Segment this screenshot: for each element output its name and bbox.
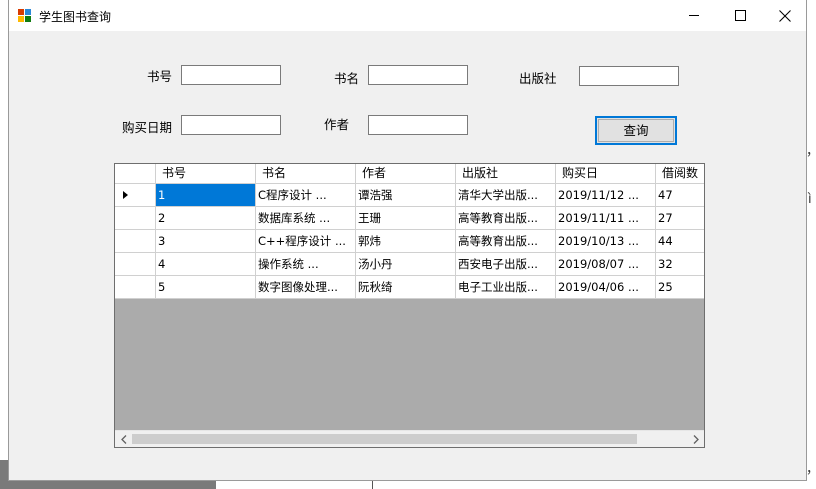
book-no-label: 书号: [147, 69, 173, 84]
cell-purchase-date[interactable]: 2019/10/13 ...: [556, 230, 656, 253]
cell-purchase-date[interactable]: 2019/08/07 ...: [556, 253, 656, 276]
current-row-arrow-icon: [123, 191, 128, 199]
column-header-borrow-count[interactable]: 借阅数: [656, 164, 704, 184]
cell-publisher[interactable]: 西安电子出版...: [456, 253, 556, 276]
cell-author[interactable]: 汤小丹: [356, 253, 456, 276]
book-no-input[interactable]: [181, 65, 281, 85]
cell-publisher[interactable]: 高等教育出版...: [456, 230, 556, 253]
column-header-book-no[interactable]: 书号: [156, 164, 256, 184]
cell-book-name[interactable]: C++程序设计 ...: [256, 230, 356, 253]
row-header[interactable]: [115, 207, 156, 230]
cell-publisher[interactable]: 电子工业出版...: [456, 276, 556, 299]
app-icon: [18, 9, 32, 22]
table-row[interactable]: 4 操作系统 ... 汤小丹 西安电子出版... 2019/08/07 ... …: [115, 253, 704, 276]
cell-book-no[interactable]: 5: [156, 276, 256, 299]
table-row[interactable]: 3 C++程序设计 ... 郭炜 高等教育出版... 2019/10/13 ..…: [115, 230, 704, 253]
scroll-left-button[interactable]: [115, 431, 132, 447]
app-window: 学生图书查询 书号 书名 出版社 购买日期 作者 查询 书号 书名 作者 出版社: [8, 0, 807, 481]
cell-borrow-count[interactable]: 27: [656, 207, 704, 230]
book-data-grid[interactable]: 书号 书名 作者 出版社 购买日 借阅数 1 C程序设计 ... 谭浩强 清华大…: [114, 163, 705, 448]
title-bar[interactable]: 学生图书查询: [9, 0, 806, 31]
maximize-icon: [734, 10, 746, 21]
window-title: 学生图书查询: [39, 10, 112, 24]
column-header-publisher[interactable]: 出版社: [456, 164, 556, 184]
grid-header-row: 书号 书名 作者 出版社 购买日 借阅数: [115, 164, 704, 184]
cell-publisher[interactable]: 清华大学出版...: [456, 184, 556, 207]
book-name-label: 书名: [334, 71, 360, 86]
cell-book-name[interactable]: 数据库系统 ...: [256, 207, 356, 230]
publisher-input[interactable]: [579, 66, 679, 86]
background-text-fragment: ，: [806, 140, 816, 159]
column-header-book-name[interactable]: 书名: [256, 164, 356, 184]
query-button[interactable]: 查询: [595, 116, 677, 145]
cell-book-no[interactable]: 4: [156, 253, 256, 276]
horizontal-scrollbar[interactable]: [115, 430, 704, 447]
chevron-left-icon: [120, 434, 126, 444]
cell-book-name[interactable]: C程序设计 ...: [256, 184, 356, 207]
cell-author[interactable]: 郭炜: [356, 230, 456, 253]
publisher-label: 出版社: [519, 71, 557, 86]
column-header-author[interactable]: 作者: [356, 164, 456, 184]
purchase-date-input[interactable]: [181, 115, 281, 135]
cell-author[interactable]: 阮秋绮: [356, 276, 456, 299]
cell-book-no[interactable]: 3: [156, 230, 256, 253]
cell-borrow-count[interactable]: 25: [656, 276, 704, 299]
row-header[interactable]: [115, 184, 156, 207]
row-header[interactable]: [115, 253, 156, 276]
cell-purchase-date[interactable]: 2019/04/06 ...: [556, 276, 656, 299]
minimize-icon: [688, 15, 699, 16]
background-text-fragment: ，: [806, 458, 816, 477]
table-row[interactable]: 1 C程序设计 ... 谭浩强 清华大学出版... 2019/11/12 ...…: [115, 184, 704, 207]
cell-author[interactable]: 谭浩强: [356, 184, 456, 207]
cell-purchase-date[interactable]: 2019/11/12 ...: [556, 184, 656, 207]
minimize-button[interactable]: [671, 0, 717, 31]
scrollbar-thumb[interactable]: [132, 434, 637, 444]
row-header[interactable]: [115, 276, 156, 299]
chevron-right-icon: [693, 434, 699, 444]
cell-publisher[interactable]: 高等教育出版...: [456, 207, 556, 230]
cell-purchase-date[interactable]: 2019/11/11 ...: [556, 207, 656, 230]
column-header-purchase-date[interactable]: 购买日: [556, 164, 656, 184]
maximize-button[interactable]: [717, 0, 763, 31]
scroll-right-button[interactable]: [687, 431, 704, 447]
close-button[interactable]: [762, 0, 808, 31]
purchase-date-label: 购买日期: [122, 120, 173, 135]
author-input[interactable]: [368, 115, 468, 135]
row-header[interactable]: [115, 230, 156, 253]
cell-book-name[interactable]: 操作系统 ...: [256, 253, 356, 276]
cell-book-name[interactable]: 数字图像处理...: [256, 276, 356, 299]
cell-book-no[interactable]: 2: [156, 207, 256, 230]
query-button-label: 查询: [598, 119, 674, 142]
close-icon: [779, 9, 791, 22]
table-row[interactable]: 5 数字图像处理... 阮秋绮 电子工业出版... 2019/04/06 ...…: [115, 276, 704, 299]
background-text-fragment: ì: [808, 192, 812, 207]
cell-borrow-count[interactable]: 32: [656, 253, 704, 276]
cell-borrow-count[interactable]: 44: [656, 230, 704, 253]
book-name-input[interactable]: [368, 65, 468, 85]
table-row[interactable]: 2 数据库系统 ... 王珊 高等教育出版... 2019/11/11 ... …: [115, 207, 704, 230]
cell-author[interactable]: 王珊: [356, 207, 456, 230]
grid-corner-header[interactable]: [115, 164, 156, 184]
cell-borrow-count[interactable]: 47: [656, 184, 704, 207]
author-label: 作者: [324, 117, 350, 132]
cell-book-no[interactable]: 1: [156, 184, 256, 207]
